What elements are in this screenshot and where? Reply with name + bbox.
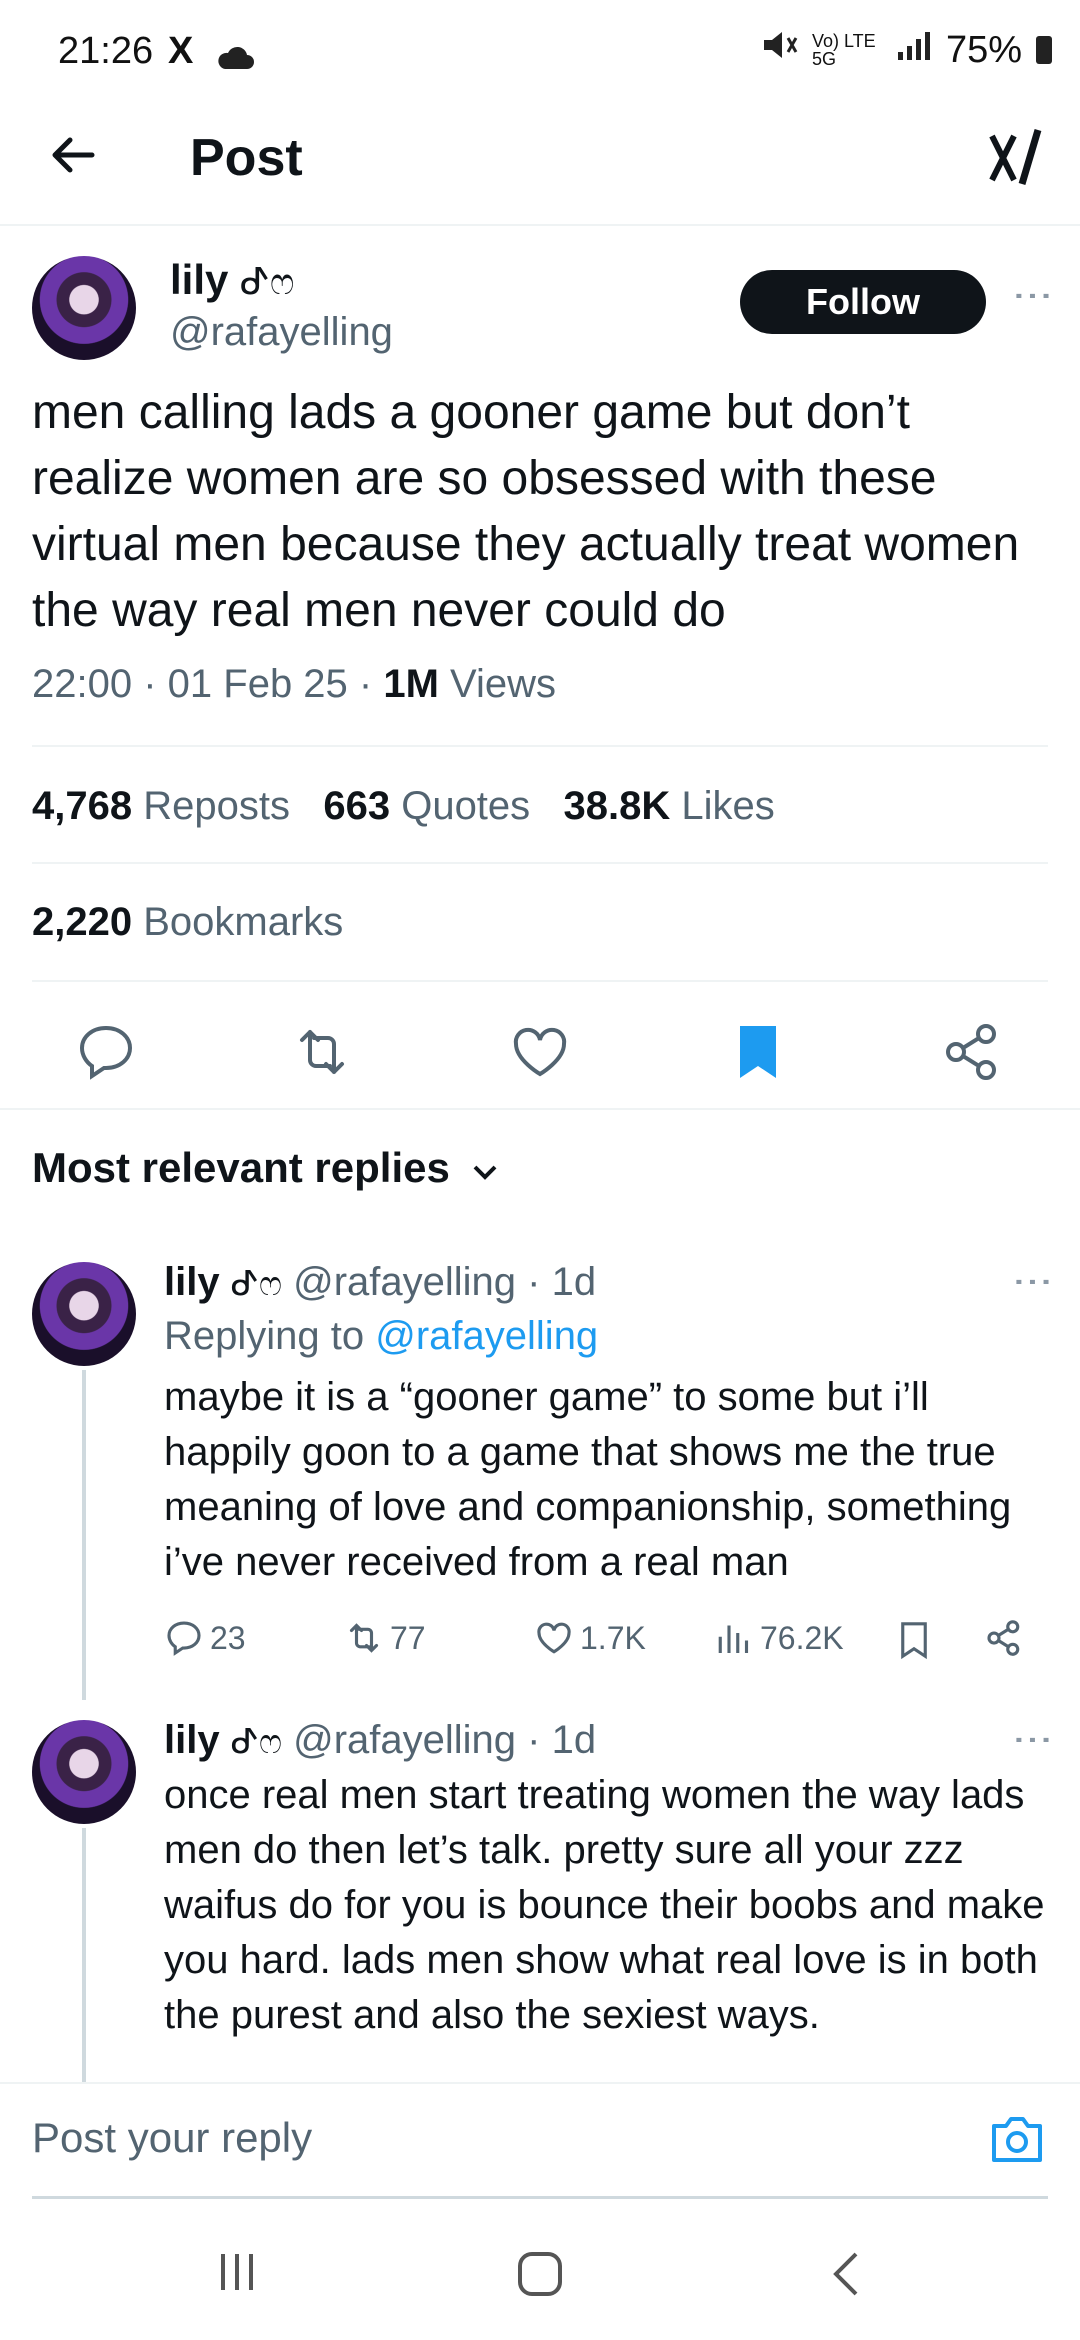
reply-age: 1d bbox=[551, 1260, 597, 1304]
reply-author-name[interactable]: lily bbox=[164, 1260, 220, 1304]
chevron-down-icon bbox=[473, 1165, 496, 1180]
reply-author-emoji: ᕷෆ bbox=[230, 1723, 282, 1761]
reply-bookmark-button[interactable] bbox=[894, 1618, 934, 1662]
reply-action-row: 23 77 1.7K 76.2K bbox=[164, 1618, 1064, 1678]
reply-header: lily ᕷෆ @rafayelling · 1d bbox=[164, 1260, 597, 1304]
avatar[interactable] bbox=[32, 256, 136, 360]
reply-item[interactable]: lily ᕷෆ @rafayelling · 1d ⋮ once real me… bbox=[0, 1700, 1080, 2082]
thread-line bbox=[82, 1370, 86, 1700]
more-options-icon[interactable]: ⋮ bbox=[1010, 276, 1056, 314]
recent-apps-icon[interactable] bbox=[215, 2250, 259, 2299]
views-label: Views bbox=[450, 662, 557, 706]
reply-icon bbox=[167, 1621, 201, 1656]
camera-icon[interactable] bbox=[990, 2114, 1044, 2169]
engagement-stats: 4,768 Reposts 663 Quotes 38.8K Likes bbox=[32, 784, 775, 829]
back-nav-icon[interactable] bbox=[826, 2250, 870, 2303]
likes-stat[interactable]: 38.8K Likes bbox=[564, 784, 775, 828]
system-nav-bar bbox=[0, 2210, 1080, 2340]
reply-share-button[interactable] bbox=[984, 1618, 1024, 1658]
views-count: 1M bbox=[383, 662, 439, 706]
bookmark-icon[interactable] bbox=[726, 1020, 790, 1084]
reply-input[interactable]: Post your reply bbox=[32, 2114, 312, 2162]
reply-icon[interactable] bbox=[74, 1020, 138, 1084]
status-time: 21:26 bbox=[58, 30, 154, 72]
reply-author-emoji: ᕷෆ bbox=[230, 1265, 282, 1303]
home-icon[interactable] bbox=[516, 2250, 564, 2303]
mute-icon bbox=[760, 28, 798, 72]
page-title: Post bbox=[190, 129, 303, 187]
like-icon[interactable] bbox=[508, 1020, 572, 1084]
post-date: 01 Feb 25 bbox=[167, 662, 348, 706]
reply-author-handle[interactable]: @rafayelling bbox=[293, 1260, 516, 1304]
status-bar: 21:26 X Vo) LTE 5G 75% bbox=[0, 0, 1080, 100]
signal-icon bbox=[896, 29, 932, 72]
bookmarks-stat[interactable]: 2,220 Bookmarks bbox=[32, 900, 343, 945]
reply-composer: Post your reply bbox=[0, 2082, 1080, 2198]
battery-percent: 75% bbox=[945, 28, 1022, 71]
battery-icon bbox=[1036, 36, 1052, 64]
reply-like-button[interactable]: 1.7K bbox=[534, 1618, 646, 1658]
follow-button[interactable]: Follow bbox=[740, 270, 986, 334]
quotes-stat[interactable]: 663 Quotes bbox=[323, 784, 530, 828]
more-options-icon[interactable]: ⋮ bbox=[1010, 1720, 1056, 1758]
bookmark-outline-icon bbox=[901, 1622, 927, 1660]
x-logo-icon: X bbox=[168, 30, 194, 72]
reply-reply-button[interactable]: 23 bbox=[164, 1618, 246, 1658]
reposts-stat[interactable]: 4,768 Reposts bbox=[32, 784, 290, 828]
reply-text: maybe it is a “gooner game” to some but … bbox=[164, 1375, 1012, 1584]
reply-author-name[interactable]: lily bbox=[164, 1718, 220, 1762]
grok-icon[interactable] bbox=[988, 128, 1044, 193]
avatar[interactable] bbox=[32, 1262, 136, 1366]
network-text: Vo) LTE 5G bbox=[811, 31, 876, 69]
more-options-icon[interactable]: ⋮ bbox=[1010, 1262, 1056, 1300]
post-time: 22:00 bbox=[32, 662, 133, 706]
section-divider bbox=[0, 1108, 1080, 1110]
cloud-icon bbox=[215, 38, 255, 81]
repost-icon bbox=[349, 1623, 379, 1653]
post-author: lily ᕷෆ @rafayelling Follow ⋮ bbox=[0, 226, 1080, 386]
author-name[interactable]: lily ᕷෆ bbox=[170, 256, 294, 304]
thread-line bbox=[82, 1828, 86, 2082]
top-bar: Post bbox=[0, 100, 1080, 226]
share-icon[interactable] bbox=[940, 1020, 1004, 1084]
post-text: men calling lads a gooner game but don’t… bbox=[32, 386, 1020, 637]
reply-header: lily ᕷෆ @rafayelling · 1d bbox=[164, 1718, 597, 1762]
post-meta: 22:00 · 01 Feb 25 · 1M Views bbox=[32, 662, 557, 706]
divider bbox=[32, 745, 1048, 747]
avatar[interactable] bbox=[32, 1720, 136, 1824]
divider bbox=[32, 862, 1048, 864]
replies-sort-dropdown[interactable]: Most relevant replies bbox=[32, 1144, 500, 1192]
status-right: Vo) LTE 5G 75% bbox=[760, 28, 1052, 72]
reply-text: once real men start treating women the w… bbox=[164, 1773, 1045, 2037]
reply-repost-button[interactable]: 77 bbox=[344, 1618, 426, 1658]
sort-label: Most relevant replies bbox=[32, 1144, 450, 1191]
post-action-row bbox=[0, 1000, 1080, 1108]
divider bbox=[32, 980, 1048, 982]
author-handle[interactable]: @rafayelling bbox=[170, 310, 393, 355]
repost-icon[interactable] bbox=[290, 1020, 354, 1084]
like-icon bbox=[537, 1622, 571, 1654]
views-icon bbox=[718, 1625, 749, 1653]
reply-age: 1d bbox=[551, 1718, 597, 1762]
author-emoji: ᕷෆ bbox=[240, 261, 295, 302]
share-icon bbox=[987, 1620, 1020, 1656]
reply-views-button[interactable]: 76.2K bbox=[714, 1618, 844, 1658]
reply-item[interactable]: lily ᕷෆ @rafayelling · 1d ⋮ Replying to … bbox=[0, 1240, 1080, 1700]
reply-author-handle[interactable]: @rafayelling bbox=[293, 1718, 516, 1762]
back-arrow-icon[interactable] bbox=[48, 130, 98, 185]
author-name-text: lily bbox=[170, 256, 229, 303]
replying-to: Replying to @rafayelling bbox=[164, 1314, 599, 1358]
composer-underline bbox=[32, 2196, 1048, 2199]
replying-to-link[interactable]: @rafayelling bbox=[375, 1314, 598, 1358]
